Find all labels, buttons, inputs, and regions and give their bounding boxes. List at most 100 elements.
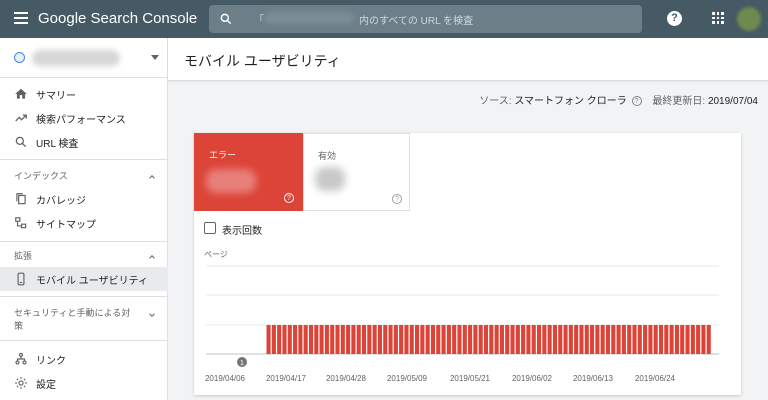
chart-bar[interactable]: [664, 325, 669, 354]
sidebar-item-performance[interactable]: 検索パフォーマンス: [0, 106, 168, 130]
chart-bar[interactable]: [531, 325, 536, 354]
chart-bar[interactable]: [330, 325, 335, 354]
sidebar-item-links[interactable]: リンク: [0, 347, 168, 371]
chart-bar[interactable]: [271, 325, 276, 354]
chart-bar[interactable]: [457, 325, 462, 354]
chart-bar[interactable]: [415, 325, 420, 354]
chart-bar[interactable]: [643, 325, 648, 354]
chart-bar[interactable]: [425, 325, 430, 354]
chart-bar[interactable]: [346, 325, 351, 354]
chart-bar[interactable]: [595, 325, 600, 354]
chart-bar[interactable]: [420, 325, 425, 354]
sidebar-section-enhancements[interactable]: 拡張: [0, 246, 168, 266]
caret-down-icon[interactable]: [151, 55, 159, 60]
chart-bar[interactable]: [494, 325, 499, 354]
valid-stat-tile[interactable]: 有効 ?: [303, 133, 410, 211]
chart-bar[interactable]: [706, 325, 711, 354]
chart-bar[interactable]: [393, 325, 398, 354]
chart-bar[interactable]: [616, 325, 621, 354]
chart-bar[interactable]: [648, 325, 653, 354]
chart-bar[interactable]: [696, 325, 701, 354]
chart-bar[interactable]: [568, 325, 573, 354]
chart-bar[interactable]: [473, 325, 478, 354]
chart-bar[interactable]: [611, 325, 616, 354]
error-stat-tile[interactable]: エラー ?: [194, 133, 303, 211]
chart-bar[interactable]: [499, 325, 504, 354]
chart-bar[interactable]: [658, 325, 664, 354]
hamburger-menu-icon[interactable]: [14, 12, 28, 24]
chart-bar[interactable]: [430, 325, 436, 354]
sidebar-item-summary[interactable]: サマリー: [0, 82, 168, 106]
chart-bar[interactable]: [552, 325, 558, 354]
chart-bar[interactable]: [574, 325, 579, 354]
sidebar-item-sitemaps[interactable]: サイトマップ: [0, 211, 168, 235]
chart-bar[interactable]: [282, 325, 287, 354]
chart-bar[interactable]: [314, 325, 319, 354]
chart-bar[interactable]: [383, 325, 388, 354]
help-icon[interactable]: ?: [667, 11, 682, 26]
chart-bar[interactable]: [446, 325, 451, 354]
chart-bar[interactable]: [627, 325, 632, 354]
chart-bar[interactable]: [680, 325, 685, 354]
chart-bar[interactable]: [441, 325, 446, 354]
chart-bar[interactable]: [637, 325, 642, 354]
chart-bar[interactable]: [690, 325, 695, 354]
chart-bar[interactable]: [404, 325, 409, 354]
chart-bar[interactable]: [547, 325, 552, 354]
chart-bar[interactable]: [483, 325, 489, 354]
chart-bar[interactable]: [452, 325, 457, 354]
chart-bar[interactable]: [388, 325, 393, 354]
chart-bar[interactable]: [351, 325, 356, 354]
chart-bar[interactable]: [526, 325, 531, 354]
chart-bar[interactable]: [436, 325, 441, 354]
chart-bar[interactable]: [462, 325, 467, 354]
chart-bar[interactable]: [372, 325, 377, 354]
chart-bar[interactable]: [356, 325, 361, 354]
chart-bar[interactable]: [505, 325, 510, 354]
chart-bar[interactable]: [579, 325, 584, 354]
app-title[interactable]: Google Search Console: [38, 10, 197, 27]
chart-bar[interactable]: [335, 325, 340, 354]
chart-bar[interactable]: [361, 325, 367, 354]
chart-bar[interactable]: [303, 325, 308, 354]
sidebar-item-coverage[interactable]: カバレッジ: [0, 187, 168, 211]
chart-bar[interactable]: [521, 325, 526, 354]
chart-bar[interactable]: [319, 325, 324, 354]
annotation-marker[interactable]: [237, 357, 247, 367]
impressions-checkbox-label[interactable]: 表示回数: [222, 222, 262, 237]
chart-bar[interactable]: [409, 325, 414, 354]
chart-bar[interactable]: [266, 325, 271, 354]
chart-bar[interactable]: [510, 325, 515, 354]
chart-bar[interactable]: [399, 325, 404, 354]
property-selector[interactable]: [0, 38, 168, 78]
chart-bar[interactable]: [324, 325, 329, 354]
help-circle-icon[interactable]: ?: [284, 193, 294, 203]
sidebar-section-index[interactable]: インデックス: [0, 166, 168, 186]
chart-bar[interactable]: [536, 325, 542, 354]
chart-bar[interactable]: [298, 325, 303, 354]
chart-bar[interactable]: [605, 325, 611, 354]
sidebar-section-security[interactable]: セキュリティと手動による対策: [0, 304, 168, 334]
chart-bar[interactable]: [377, 325, 382, 354]
chart-bar[interactable]: [478, 325, 483, 354]
chart-bar[interactable]: [685, 325, 690, 354]
chart-bar[interactable]: [542, 325, 547, 354]
chart-bar[interactable]: [600, 325, 605, 354]
chart-bar[interactable]: [515, 325, 520, 354]
chart-bar[interactable]: [621, 325, 626, 354]
sidebar-item-mobile-usability[interactable]: モバイル ユーザビリティ: [0, 267, 168, 291]
chart-bar[interactable]: [340, 325, 345, 354]
chart-bar[interactable]: [701, 325, 706, 354]
chart-bar[interactable]: [489, 325, 494, 354]
chart-bar[interactable]: [308, 325, 314, 354]
chart-bar[interactable]: [558, 325, 563, 354]
apps-grid-icon[interactable]: [712, 12, 724, 24]
chart-bar[interactable]: [669, 325, 674, 354]
help-circle-icon[interactable]: ?: [631, 96, 642, 107]
chart-bar[interactable]: [468, 325, 473, 354]
chart-bar[interactable]: [293, 325, 298, 354]
chart-bar[interactable]: [584, 325, 589, 354]
help-circle-icon[interactable]: ?: [392, 194, 402, 204]
sidebar-item-settings[interactable]: 設定: [0, 371, 168, 395]
chart-bar[interactable]: [563, 325, 568, 354]
